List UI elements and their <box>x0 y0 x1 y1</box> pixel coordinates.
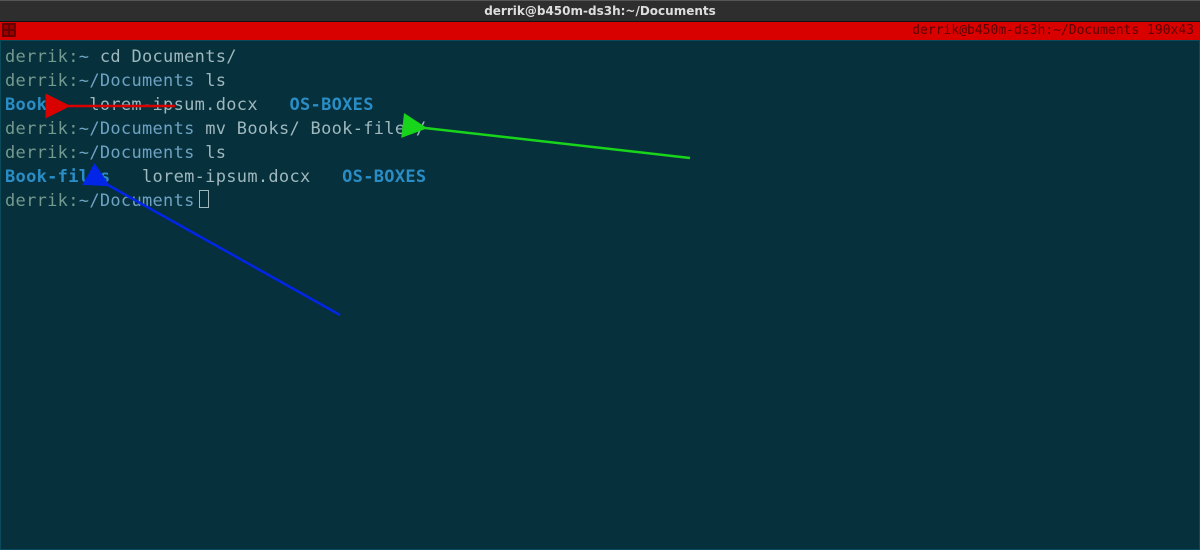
prompt-tilde: ~ <box>79 119 90 139</box>
window-titlebar: derrik@b450m-ds3h:~/Documents <box>0 0 1200 22</box>
prompt-colon: : <box>68 71 79 91</box>
prompt-colon: : <box>68 191 79 211</box>
command-text: mv Books/ Book-files/ <box>195 119 427 139</box>
ls-output-line: Book-files lorem-ipsum.docx OS-BOXES <box>5 165 1195 189</box>
prompt-tilde: ~ <box>79 47 90 67</box>
dir-entry: OS-BOXES <box>342 167 426 187</box>
pane-icon <box>2 23 16 37</box>
dir-entry: Book-files <box>5 167 110 187</box>
file-entry: lorem-ipsum.docx <box>142 167 311 187</box>
prompt-line: derrik:~/Documents ls <box>5 141 1195 165</box>
prompt-line: derrik:~/Documents mv Books/ Book-files/ <box>5 117 1195 141</box>
prompt-tilde: ~ <box>79 191 90 211</box>
ls-output-line: Books lorem-ipsum.docx OS-BOXES <box>5 93 1195 117</box>
prompt-path: /Documents <box>89 191 194 211</box>
dir-entry: Books <box>5 95 58 115</box>
dir-entry: OS-BOXES <box>289 95 373 115</box>
prompt-tilde: ~ <box>79 71 90 91</box>
prompt-colon: : <box>68 47 79 67</box>
prompt-user: derrik <box>5 191 68 211</box>
prompt-path: /Documents <box>89 71 194 91</box>
window-title: derrik@b450m-ds3h:~/Documents <box>484 4 716 18</box>
prompt-line: derrik:~/Documents <box>5 189 1195 213</box>
prompt-path: /Documents <box>89 119 194 139</box>
statusbar-right: derrik@b450m-ds3h:~/Documents 190x43 <box>912 23 1194 38</box>
cursor <box>199 190 209 208</box>
prompt-path: /Documents <box>89 143 194 163</box>
prompt-user: derrik <box>5 47 68 67</box>
command-text: ls <box>195 71 227 91</box>
prompt-user: derrik <box>5 119 68 139</box>
prompt-line: derrik:~/Documents ls <box>5 69 1195 93</box>
prompt-line: derrik:~ cd Documents/ <box>5 45 1195 69</box>
prompt-user: derrik <box>5 143 68 163</box>
prompt-user: derrik <box>5 71 68 91</box>
command-text: ls <box>195 143 227 163</box>
prompt-tilde: ~ <box>79 143 90 163</box>
tmux-statusbar: derrik@b450m-ds3h:~/Documents 190x43 <box>0 22 1200 40</box>
prompt-colon: : <box>68 143 79 163</box>
terminal[interactable]: derrik:~ cd Documents/derrik:~/Documents… <box>0 40 1200 550</box>
prompt-colon: : <box>68 119 79 139</box>
file-entry: lorem-ipsum.docx <box>89 95 258 115</box>
command-text: cd Documents/ <box>89 47 237 67</box>
